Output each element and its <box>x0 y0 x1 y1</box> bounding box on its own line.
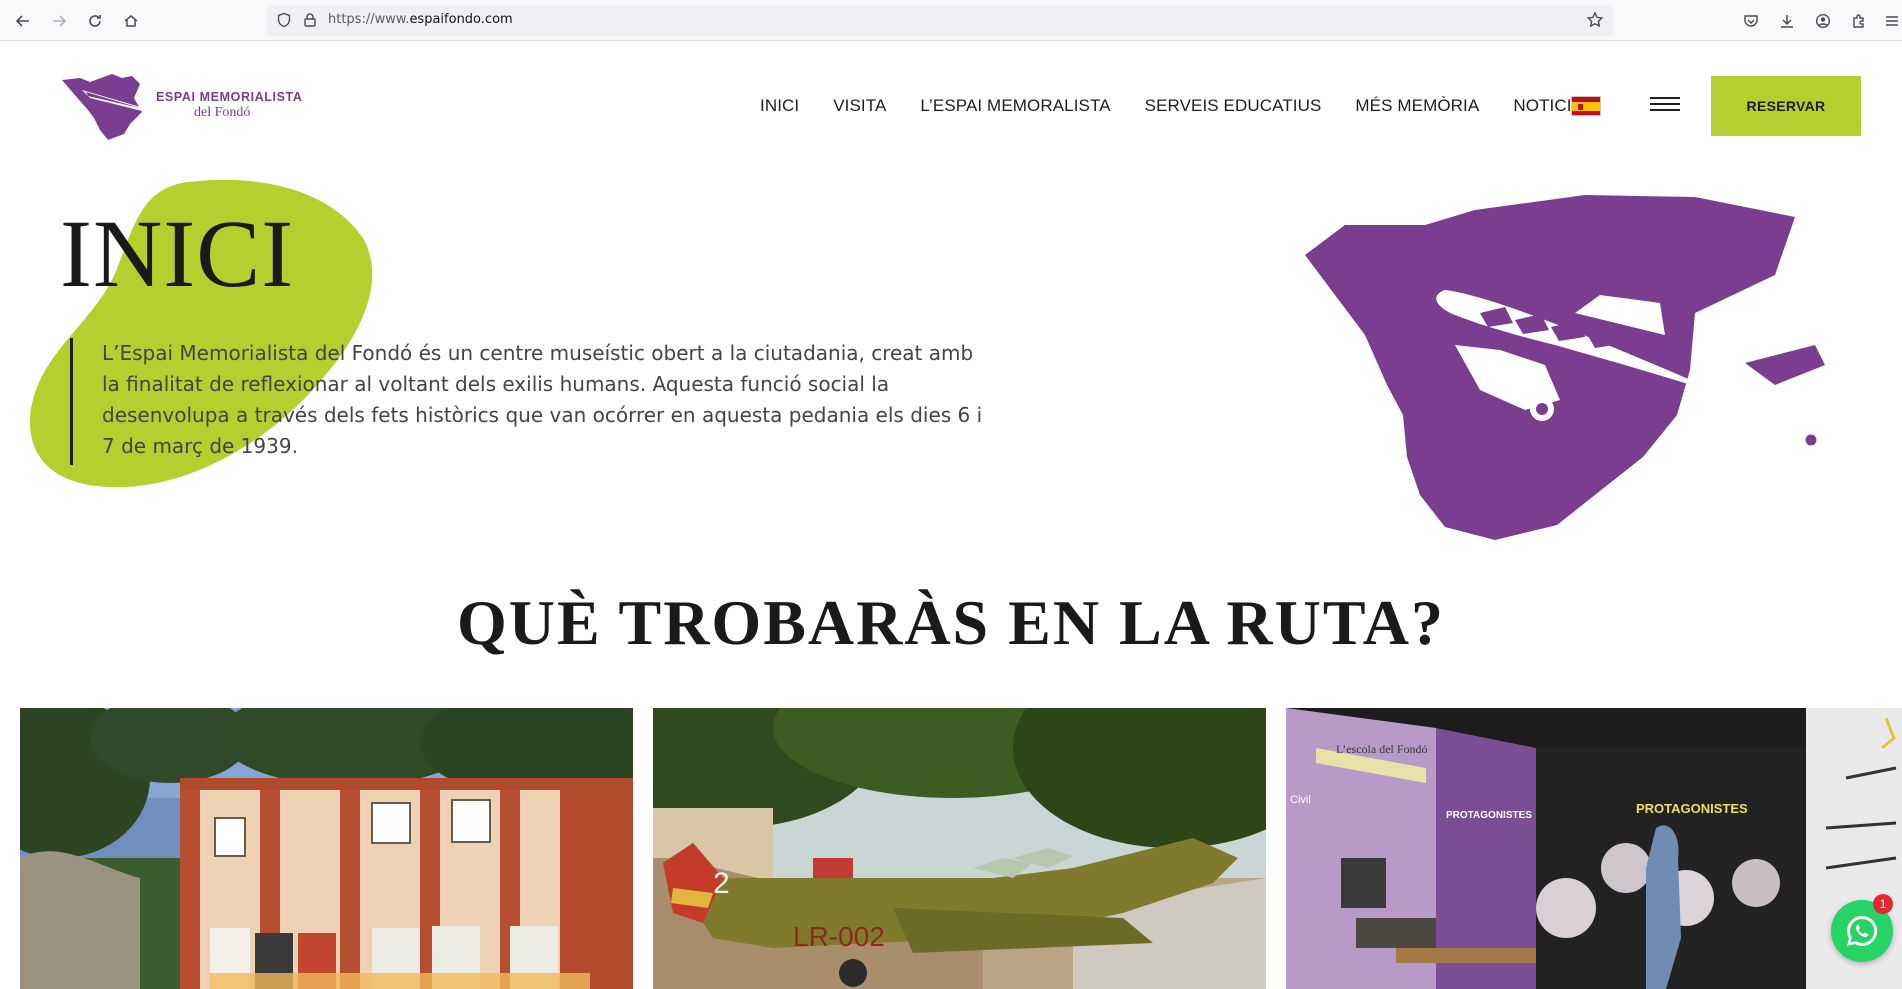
spanish-flag-icon[interactable] <box>1571 96 1601 116</box>
nav-item-inici[interactable]: INICI <box>760 96 799 116</box>
quote-bar <box>70 338 73 465</box>
nav-item-espai-memoralista[interactable]: L’ESPAI MEMORALISTA <box>920 96 1110 116</box>
map-plane-illustration <box>1305 195 1868 540</box>
home-icon[interactable] <box>118 8 144 34</box>
logo-subtitle: del Fondó <box>194 105 251 120</box>
reserve-button[interactable]: RESERVAR <box>1711 76 1861 136</box>
logo-title: ESPAI MEMORIALISTA <box>156 90 303 104</box>
shield-icon[interactable] <box>276 12 292 32</box>
whatsapp-icon <box>1846 915 1878 946</box>
exhibit-protagonists-label-2: PROTAGONISTES <box>1636 801 1748 816</box>
reload-icon[interactable] <box>82 8 108 34</box>
section-title: QUÈ TROBARÀS EN LA RUTA? <box>456 587 1446 658</box>
nav-item-visita[interactable]: VISITA <box>833 96 886 116</box>
url-text: https://www.espaifondo.com <box>328 12 513 27</box>
notification-badge: 1 <box>1873 894 1893 914</box>
pocket-icon[interactable] <box>1739 9 1763 33</box>
downloads-icon[interactable] <box>1775 9 1799 33</box>
exhibit-panel-label: L’escola del Fondó <box>1336 742 1428 756</box>
plane-photo: 2 LR-002 <box>653 708 1266 989</box>
bookmark-star-icon[interactable] <box>1586 11 1604 33</box>
plane-registration: LR-002 <box>793 921 885 952</box>
nav-item-mes-memoria[interactable]: MÉS MEMÒRIA <box>1355 96 1479 116</box>
lock-icon[interactable] <box>302 12 318 32</box>
logo-map-icon <box>62 74 158 140</box>
route-card-plane[interactable]: 2 LR-002 <box>653 708 1266 989</box>
exhibit-civil-label: Civil <box>1290 794 1311 806</box>
page-title: INICI <box>60 200 295 307</box>
extensions-icon[interactable] <box>1847 9 1871 33</box>
exhibit-protagonists-label-1: PROTAGONISTES <box>1446 810 1532 821</box>
hero-description: L’Espai Memorialista del Fondó és un cen… <box>102 341 983 458</box>
hamburger-menu-icon[interactable] <box>1650 97 1680 115</box>
forward-icon[interactable] <box>46 8 72 34</box>
route-card-building[interactable] <box>20 708 633 989</box>
address-bar[interactable]: https://www.espaifondo.com <box>266 5 1614 36</box>
account-icon[interactable] <box>1811 9 1835 33</box>
main-nav: INICI VISITA L’ESPAI MEMORALISTA SERVEIS… <box>760 94 1628 118</box>
nav-item-serveis-educatius[interactable]: SERVEIS EDUCATIUS <box>1145 96 1322 116</box>
browser-toolbar: https://www.espaifondo.com <box>0 0 1902 41</box>
route-card-exhibition[interactable]: L’escola del Fondó Civil PROTAGONISTES P… <box>1286 708 1902 989</box>
exhibition-photo: L’escola del Fondó Civil PROTAGONISTES P… <box>1286 708 1902 989</box>
building-photo <box>20 708 633 989</box>
site-logo[interactable]: ESPAI MEMORIALISTA del Fondó <box>60 72 303 142</box>
menu-icon[interactable] <box>1880 9 1902 33</box>
plane-tail-number: 2 <box>713 867 730 900</box>
back-icon[interactable] <box>10 8 36 34</box>
